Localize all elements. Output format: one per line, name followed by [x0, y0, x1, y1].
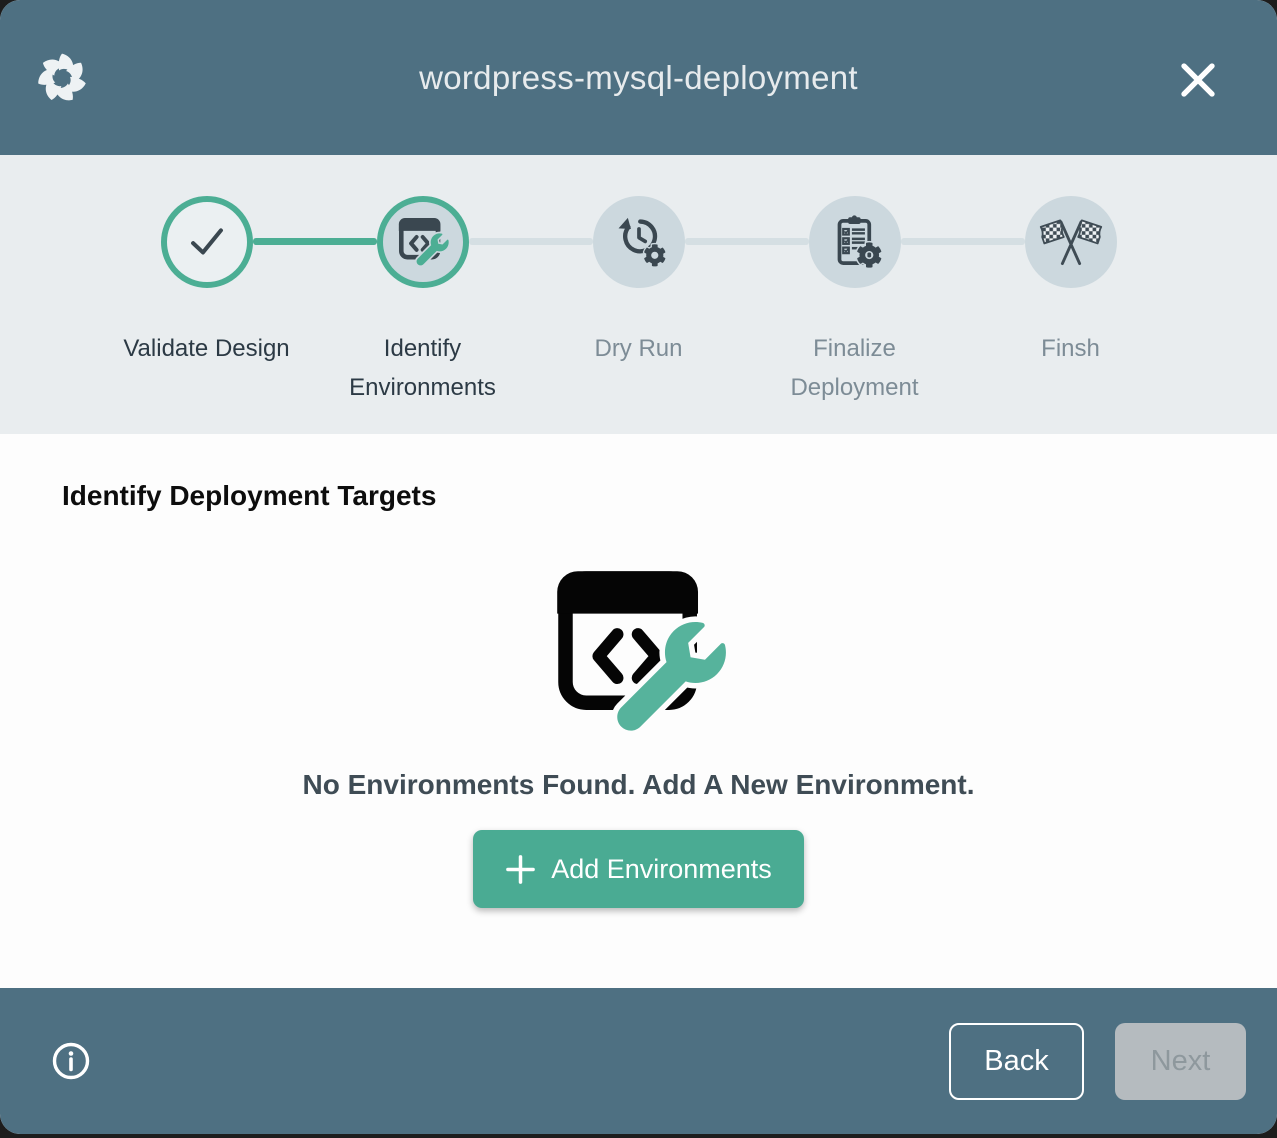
- step-dry-run[interactable]: Dry Run: [531, 196, 747, 434]
- empty-state-message: No Environments Found. Add A New Environ…: [302, 769, 974, 801]
- close-button[interactable]: [1177, 59, 1219, 101]
- step-label: Validate Design: [123, 330, 289, 369]
- add-environments-label: Add Environments: [551, 854, 772, 885]
- close-icon: [1177, 59, 1219, 101]
- code-wrench-icon: [397, 218, 449, 267]
- step-label: Dry Run: [594, 330, 682, 369]
- wizard-content: Identify Deployment Targets No Environme…: [0, 434, 1277, 988]
- code-wrench-icon: [551, 570, 727, 736]
- modal-title: wordpress-mysql-deployment: [419, 59, 858, 97]
- next-button[interactable]: Next: [1115, 1023, 1246, 1100]
- step-circle: [809, 196, 901, 288]
- wizard-stepper: Validate Design Identify Environments: [0, 155, 1277, 434]
- step-identify-environments[interactable]: Identify Environments: [315, 196, 531, 434]
- step-circle: [593, 196, 685, 288]
- deployment-wizard-modal: wordpress-mysql-deployment Validate Desi…: [0, 0, 1277, 1134]
- history-gear-icon: [608, 211, 670, 273]
- page-title: Identify Deployment Targets: [62, 480, 1277, 512]
- check-icon: [178, 213, 236, 271]
- checkered-flags-icon: [1035, 206, 1107, 278]
- step-circle: [161, 196, 253, 288]
- plus-icon: [505, 854, 536, 885]
- pinwheel-logo-icon: [33, 49, 91, 107]
- add-environments-button[interactable]: Add Environments: [473, 830, 804, 908]
- clipboard-gear-icon: [824, 211, 886, 273]
- info-button[interactable]: [51, 1041, 91, 1081]
- step-circle: [1025, 196, 1117, 288]
- modal-footer: Back Next: [0, 988, 1277, 1134]
- step-finalize-deployment[interactable]: Finalize Deployment: [747, 196, 963, 434]
- back-button[interactable]: Back: [949, 1023, 1084, 1100]
- step-label: Identify Environments: [334, 330, 512, 408]
- step-circle: [377, 196, 469, 288]
- empty-state: No Environments Found. Add A New Environ…: [0, 512, 1277, 908]
- step-validate-design[interactable]: Validate Design: [99, 196, 315, 434]
- step-finish[interactable]: Finsh: [963, 196, 1179, 434]
- info-icon: [51, 1041, 91, 1081]
- step-label: Finsh: [1041, 330, 1100, 369]
- step-label: Finalize Deployment: [766, 330, 944, 408]
- footer-buttons: Back Next: [949, 1023, 1246, 1100]
- modal-header: wordpress-mysql-deployment: [0, 0, 1277, 155]
